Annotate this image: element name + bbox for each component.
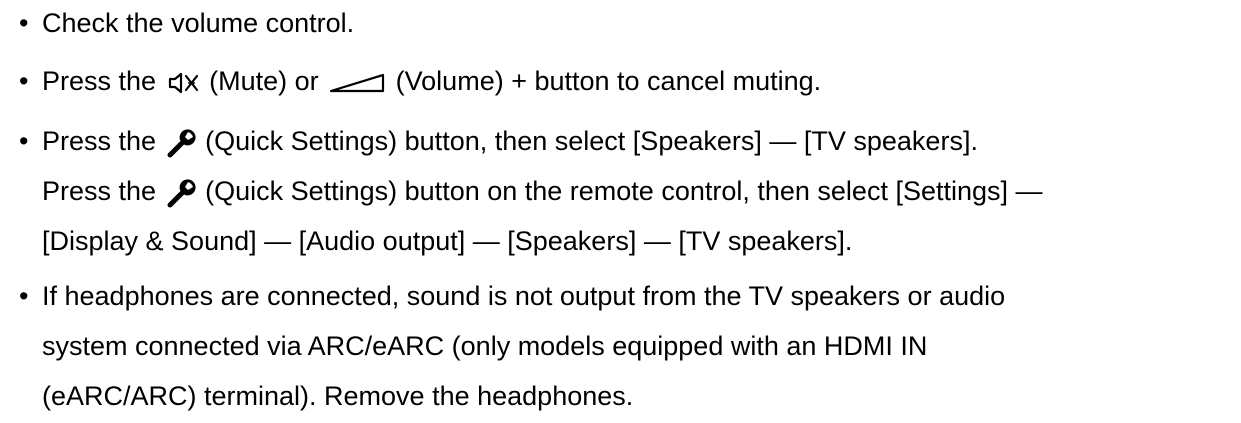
list-item-headphones: • If headphones are connected, sound is …	[0, 271, 1005, 421]
text-segment: (Quick Settings) button on the remote co…	[205, 176, 1043, 206]
list-item-line: Press the (Mute) or (Volume) + button to…	[42, 58, 821, 104]
text-segment: (Quick Settings) button, then select [Sp…	[205, 126, 978, 156]
volume-icon	[328, 72, 386, 94]
troubleshooting-document: • Check the volume control. • Press the …	[0, 0, 1241, 423]
wrench-icon	[166, 128, 196, 158]
list-item-line: Press the (Quick Settings) button, then …	[42, 116, 1043, 166]
text-segment: (Volume) + button to cancel muting.	[395, 66, 822, 96]
wrench-icon	[166, 178, 196, 208]
list-item-quick-settings: • Press the (Quick Settings) button, the…	[0, 116, 1043, 266]
text-segment: Press the	[42, 176, 157, 206]
text-segment: Press the	[42, 126, 157, 156]
bullet-symbol: •	[19, 281, 29, 311]
list-item-line: Press the (Quick Settings) button on the…	[42, 166, 1043, 216]
list-item-line: [Display & Sound] — [Audio output] — [Sp…	[42, 226, 853, 256]
list-item-check-volume: • Check the volume control.	[0, 0, 354, 46]
list-item-line: If headphones are connected, sound is no…	[42, 281, 1006, 311]
bullet-symbol: •	[19, 8, 29, 38]
list-item-cancel-muting: • Press the (Mute) or (Volume) + button …	[0, 58, 821, 104]
bullet-symbol: •	[19, 66, 29, 96]
text-segment: (Mute) or	[209, 66, 319, 96]
list-item-line: (eARC/ARC) terminal). Remove the headpho…	[42, 381, 634, 411]
list-item-line: system connected via ARC/eARC (only mode…	[42, 331, 928, 361]
list-item-text: Check the volume control.	[42, 8, 355, 38]
bullet-symbol: •	[19, 126, 29, 156]
mute-icon	[166, 70, 200, 96]
text-segment: Press the	[42, 66, 157, 96]
